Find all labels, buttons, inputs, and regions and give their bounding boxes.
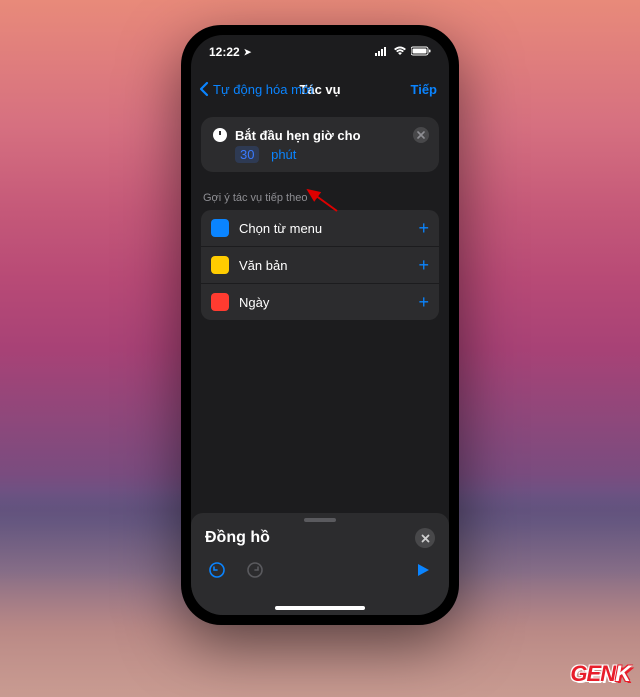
undo-icon (208, 561, 226, 579)
home-indicator[interactable] (275, 606, 365, 610)
location-icon: ➤ (244, 47, 252, 58)
genk-logo: GENK (570, 661, 630, 687)
text-icon (211, 256, 229, 274)
next-button[interactable]: Tiếp (411, 82, 438, 97)
suggestions-header: Gợi ý tác vụ tiếp theo (203, 192, 437, 204)
menu-icon (211, 219, 229, 237)
back-label: Tự động hóa mới (213, 82, 313, 97)
add-icon[interactable]: + (418, 292, 429, 313)
undo-button[interactable] (207, 560, 227, 580)
suggestion-text[interactable]: Văn bản + (201, 247, 439, 283)
status-time: 12:22 (209, 45, 240, 59)
clear-action-button[interactable] (413, 127, 429, 143)
status-bar: 12:22 ➤ (191, 35, 449, 69)
redo-icon (246, 561, 264, 579)
duration-unit[interactable]: phút (271, 147, 296, 162)
add-icon[interactable]: + (418, 218, 429, 239)
suggestion-label: Ngày (239, 295, 408, 310)
wifi-icon (393, 45, 407, 59)
logo-part-2: K (615, 661, 630, 686)
navigation-bar: Tự động hóa mới Tác vụ Tiếp (191, 69, 449, 109)
add-icon[interactable]: + (418, 255, 429, 276)
chevron-left-icon (197, 81, 213, 97)
iphone-frame: 12:22 ➤ Tự động hóa mới Tác vụ (181, 25, 459, 625)
close-icon (417, 131, 425, 139)
date-icon (211, 293, 229, 311)
logo-part-1: GEN (570, 661, 615, 686)
drawer-handle[interactable] (304, 518, 336, 522)
timer-icon (213, 128, 227, 142)
battery-icon (411, 45, 431, 59)
play-icon (415, 562, 431, 578)
duration-value[interactable]: 30 (235, 146, 259, 163)
suggestion-label: Văn bản (239, 258, 408, 273)
back-button[interactable]: Tự động hóa mới (197, 81, 313, 97)
phone-screen: 12:22 ➤ Tự động hóa mới Tác vụ (191, 35, 449, 615)
suggestion-label: Chọn từ menu (239, 221, 408, 236)
close-icon (421, 534, 430, 543)
bottom-drawer[interactable]: Đồng hồ (191, 513, 449, 615)
suggestion-date[interactable]: Ngày + (201, 284, 439, 320)
action-title: Bắt đầu hẹn giờ cho (235, 127, 361, 145)
drawer-title: Đồng hồ (205, 529, 270, 547)
play-button[interactable] (413, 560, 433, 580)
cellular-icon (375, 45, 389, 59)
redo-button[interactable] (245, 560, 265, 580)
suggestion-menu[interactable]: Chọn từ menu + (201, 210, 439, 246)
suggestions-list: Chọn từ menu + Văn bản + Ngày + (201, 210, 439, 320)
drawer-close-button[interactable] (415, 528, 435, 548)
action-card[interactable]: Bắt đầu hẹn giờ cho 30 phút (201, 117, 439, 172)
